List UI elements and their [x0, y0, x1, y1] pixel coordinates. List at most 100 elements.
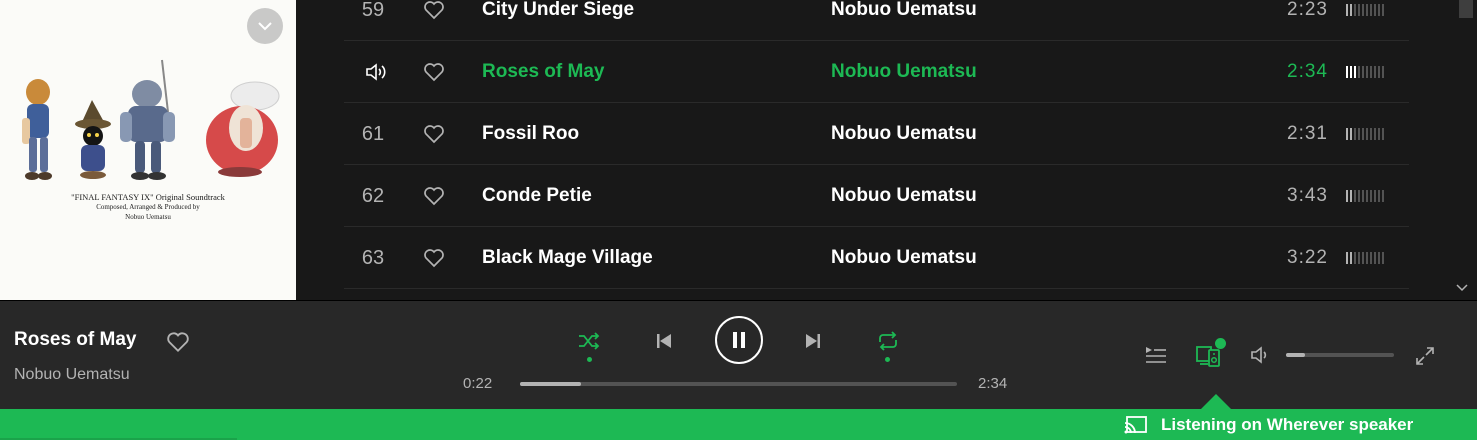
repeat-active-dot	[885, 357, 890, 362]
popularity-tick	[1366, 252, 1368, 264]
track-title[interactable]: Conde Petie	[482, 165, 592, 227]
pause-button[interactable]	[715, 316, 763, 364]
now-playing-artist[interactable]: Nobuo Uematsu	[14, 366, 130, 384]
popularity-tick	[1382, 190, 1384, 202]
progress-bar[interactable]	[520, 382, 957, 386]
total-time: 2:34	[978, 375, 1008, 392]
track-title[interactable]: City Under Siege	[482, 0, 634, 41]
previous-button[interactable]	[652, 329, 676, 353]
popularity-tick	[1358, 4, 1360, 16]
now-playing-title[interactable]: Roses of May	[14, 329, 136, 351]
track-number: 61	[361, 123, 385, 145]
device-name: Wherever speaker	[1266, 415, 1414, 434]
repeat-button[interactable]	[875, 329, 901, 353]
popularity-tick	[1362, 190, 1364, 202]
track-artist[interactable]: Nobuo Uematsu	[831, 165, 977, 227]
track-duration: 3:43	[1287, 185, 1328, 206]
popularity-tick	[1354, 4, 1356, 16]
pause-icon	[733, 332, 745, 348]
track-duration: 2:34	[1287, 61, 1328, 82]
album-characters	[22, 59, 280, 180]
popularity-tick	[1366, 66, 1368, 78]
popularity-tick	[1346, 190, 1348, 202]
volume-slider[interactable]	[1286, 353, 1394, 357]
listening-on-banner[interactable]: Listening on Wherever speaker	[0, 409, 1477, 440]
popularity-tick	[1374, 252, 1376, 264]
collapse-art-button[interactable]	[247, 8, 283, 44]
heart-icon[interactable]	[422, 165, 446, 227]
popularity-tick	[1382, 66, 1384, 78]
track-artist[interactable]: Nobuo Uematsu	[831, 0, 977, 41]
listening-on-prefix: Listening on	[1161, 415, 1267, 434]
shuffle-button[interactable]	[576, 329, 602, 353]
track-title[interactable]: Roses of May	[482, 41, 604, 103]
track-row[interactable]: 63 Black Mage Village Nobuo Uematsu 3:22	[344, 227, 1409, 289]
track-row[interactable]: 62 Conde Petie Nobuo Uematsu 3:43	[344, 165, 1409, 227]
previous-icon	[657, 334, 671, 348]
popularity-tick	[1366, 4, 1368, 16]
popularity-tick	[1378, 128, 1380, 140]
popularity-tick	[1382, 252, 1384, 264]
volume-button[interactable]	[1248, 343, 1272, 367]
track-title[interactable]: Fossil Roo	[482, 103, 579, 165]
album-caption-line1: "FINAL FANTASY IX" Original Soundtrack	[71, 192, 225, 202]
popularity-tick	[1378, 66, 1380, 78]
track-row[interactable]: 61 Fossil Roo Nobuo Uematsu 2:31	[344, 103, 1409, 165]
track-number: 59	[361, 0, 385, 21]
heart-icon[interactable]	[422, 41, 446, 103]
track-artist[interactable]: Nobuo Uematsu	[831, 227, 977, 289]
track-row[interactable]: 59 City Under Siege Nobuo Uematsu 2:23	[344, 0, 1409, 41]
heart-icon[interactable]	[422, 227, 446, 289]
popularity-tick	[1350, 252, 1352, 264]
popularity-tick	[1354, 252, 1356, 264]
popularity-tick	[1374, 128, 1376, 140]
volume-icon	[1251, 346, 1267, 364]
popularity-tick	[1350, 4, 1352, 16]
track-title[interactable]: Black Mage Village	[482, 227, 653, 289]
popularity-bar	[1346, 103, 1394, 165]
popularity-tick	[1370, 128, 1372, 140]
track-duration: 2:31	[1287, 123, 1328, 144]
shuffle-active-dot	[587, 357, 592, 362]
heart-icon[interactable]	[422, 103, 446, 165]
popularity-tick	[1350, 128, 1352, 140]
shuffle-icon	[579, 332, 600, 350]
scroll-down-button[interactable]	[1455, 280, 1469, 298]
track-list: 59 City Under Siege Nobuo Uematsu 2:23 R…	[296, 0, 1477, 300]
popularity-tick	[1354, 128, 1356, 140]
scrollbar-thumb[interactable]	[1459, 0, 1473, 18]
popularity-tick	[1370, 66, 1372, 78]
track-row-playing[interactable]: Roses of May Nobuo Uematsu 2:34	[344, 41, 1409, 103]
chevron-down-icon	[258, 22, 272, 31]
popularity-tick	[1382, 4, 1384, 16]
album-caption: "FINAL FANTASY IX" Original Soundtrack C…	[0, 192, 296, 222]
next-button[interactable]	[801, 329, 825, 353]
speaker-icon	[364, 41, 388, 103]
chevron-down-icon	[1456, 284, 1468, 292]
heart-icon[interactable]	[166, 331, 190, 358]
popularity-tick	[1374, 66, 1376, 78]
fullscreen-icon	[1416, 347, 1434, 365]
elapsed-time: 0:22	[463, 375, 493, 392]
popularity-bar	[1346, 41, 1394, 103]
fullscreen-button[interactable]	[1413, 344, 1437, 368]
track-duration: 2:23	[1287, 0, 1328, 20]
popularity-tick	[1358, 190, 1360, 202]
popularity-tick	[1346, 4, 1348, 16]
popularity-tick	[1362, 128, 1364, 140]
track-duration: 3:22	[1287, 247, 1328, 268]
album-art[interactable]: "FINAL FANTASY IX" Original Soundtrack C…	[0, 0, 296, 300]
heart-icon[interactable]	[422, 0, 446, 41]
track-artist[interactable]: Nobuo Uematsu	[831, 41, 977, 103]
track-artist[interactable]: Nobuo Uematsu	[831, 103, 977, 165]
now-playing-bar: Roses of May Nobuo Uematsu 0:22 2:34	[0, 300, 1477, 409]
popularity-bar	[1346, 227, 1394, 289]
cast-icon	[1124, 415, 1148, 440]
queue-button[interactable]	[1143, 343, 1169, 367]
popularity-tick	[1370, 190, 1372, 202]
next-icon	[806, 334, 820, 348]
popularity-tick	[1370, 4, 1372, 16]
queue-icon	[1146, 347, 1166, 363]
popularity-tick	[1362, 66, 1364, 78]
popularity-tick	[1354, 66, 1356, 78]
